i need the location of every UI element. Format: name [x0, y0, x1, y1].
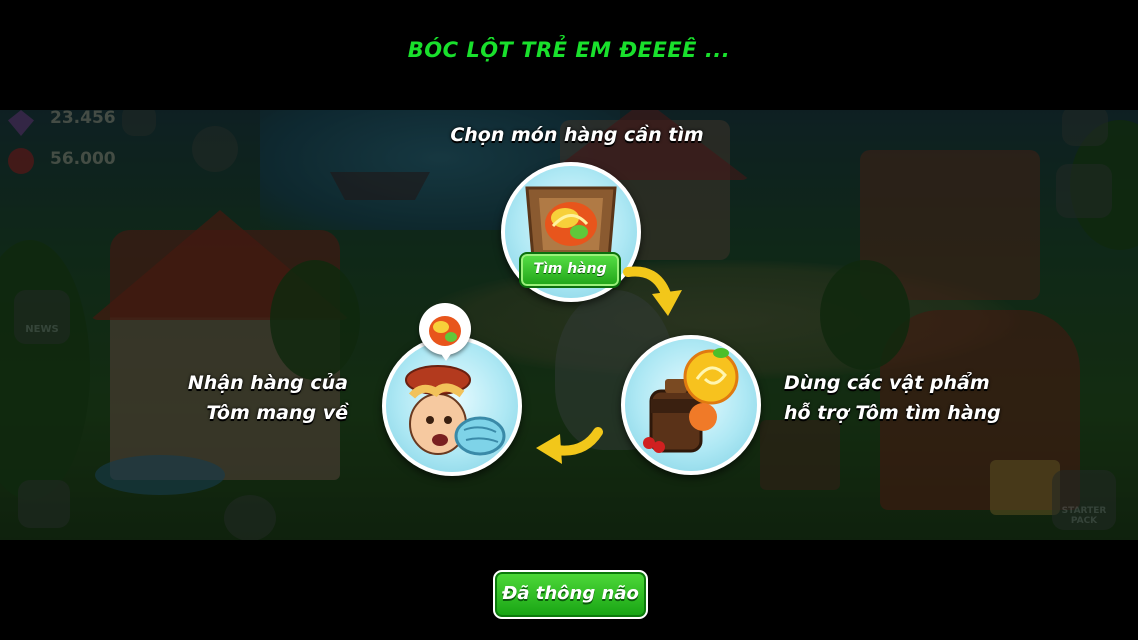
step1-caption: Chọn món hàng cần tìm — [450, 124, 704, 146]
step3-caption: Nhận hàng của Tôm mang về — [150, 368, 348, 428]
step3-caption-line2: Tôm mang về — [206, 402, 348, 424]
step3-caption-line1: Nhận hàng của — [187, 372, 348, 394]
step2-caption-line1: Dùng các vật phẩm — [784, 372, 990, 394]
support-items-icon — [643, 348, 739, 453]
find-item-button[interactable]: Tìm hàng — [519, 252, 621, 288]
confirm-button[interactable]: Đã thông não — [493, 570, 648, 619]
arrow-step1-to-step2-icon — [623, 266, 682, 316]
step2-bubble — [621, 335, 761, 475]
received-item-bubble — [419, 303, 471, 361]
fruit-item-icon — [429, 316, 461, 346]
step2-caption-line2: hỗ trợ Tôm tìm hàng — [784, 402, 1001, 424]
arrow-step2-to-step3-icon — [536, 427, 603, 464]
step2-caption: Dùng các vật phẩm hỗ trợ Tôm tìm hàng — [784, 368, 1044, 428]
tutorial-title: BÓC LỘT TRẺ EM ĐEEEÊ ... — [407, 38, 731, 62]
